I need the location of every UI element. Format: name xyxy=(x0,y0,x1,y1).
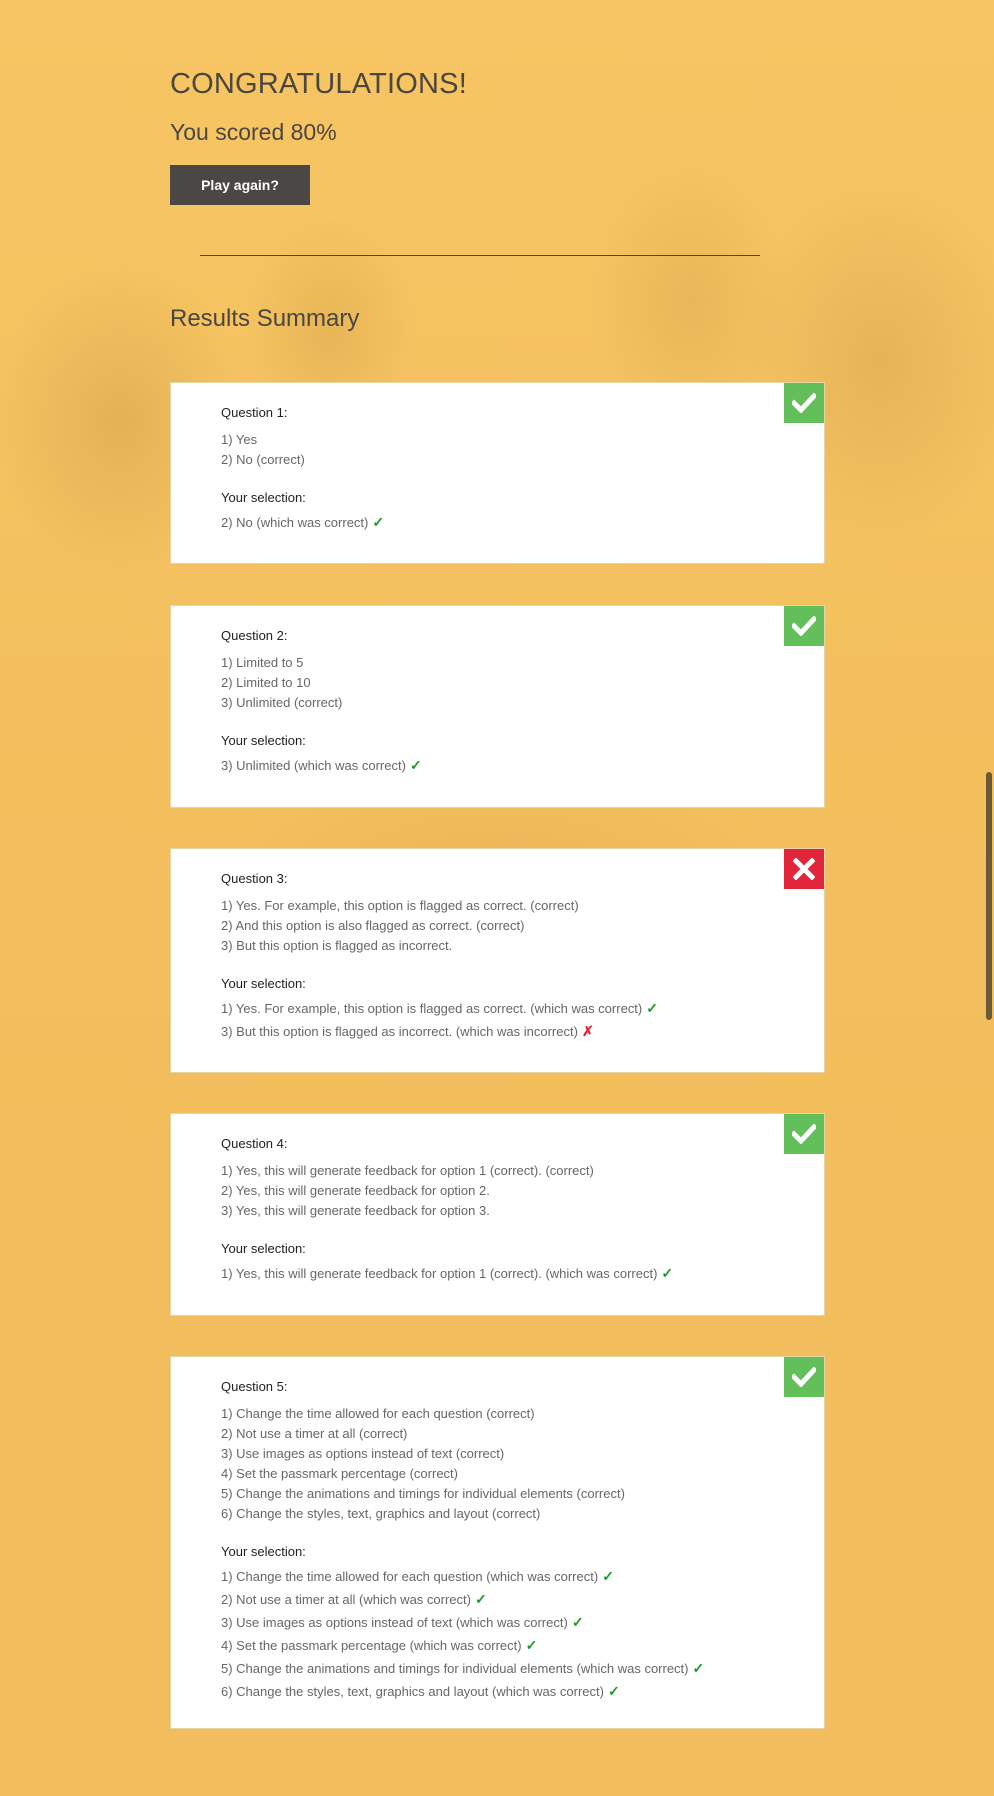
incorrect-cross-icon xyxy=(784,849,824,889)
answer-option: 3) Use images as options instead of text… xyxy=(221,1446,505,1461)
answer-option: 5) Change the animations and timings for… xyxy=(221,1486,625,1501)
correct-check-icon xyxy=(784,1357,824,1397)
selected-answer-text: 2) Not use a timer at all (which was cor… xyxy=(221,1592,471,1607)
question-card: Question 4: 1) Yes, this will generate fe… xyxy=(170,1113,825,1316)
selected-answer-text: 6) Change the styles, text, graphics and… xyxy=(221,1684,604,1699)
question-card: Question 1: 1) Yes 2) No (correct) Your sel… xyxy=(170,382,825,564)
congrats-heading: CONGRATULATIONS! xyxy=(170,68,467,100)
checkmark-icon: ✓ xyxy=(372,514,385,530)
selected-answer: 5) Change the animations and timings for… xyxy=(221,1657,824,1680)
selected-answer: 3) Use images as options instead of text… xyxy=(221,1611,824,1634)
answer-option: 1) Yes xyxy=(221,432,258,447)
selected-answer-text: 4) Set the passmark percentage (which wa… xyxy=(221,1638,522,1653)
results-summary-title: Results Summary xyxy=(170,305,360,332)
your-selection-label: Your selection: xyxy=(221,976,306,991)
question-card: Question 5: 1) Change the time allowed fo… xyxy=(170,1356,825,1729)
play-again-button[interactable]: Play again? xyxy=(170,165,310,205)
checkmark-icon: ✓ xyxy=(607,1683,620,1699)
selected-answer-text: 1) Yes. For example, this option is flag… xyxy=(221,1001,643,1016)
selected-answer-text: 5) Change the animations and timings for… xyxy=(221,1661,689,1676)
checkmark-icon: ✓ xyxy=(692,1660,705,1676)
selected-answer-text: 3) But this option is flagged as incorre… xyxy=(221,1024,578,1039)
selected-answer: 2) No (which was correct) ✓ xyxy=(221,511,824,534)
question-title: Question 1: xyxy=(221,405,288,420)
checkmark-icon: ✓ xyxy=(474,1591,487,1607)
selected-answer: 4) Set the passmark percentage (which wa… xyxy=(221,1634,824,1657)
answer-option: 2) Yes, this will generate feedback for … xyxy=(221,1183,490,1198)
correct-check-icon xyxy=(784,1114,824,1154)
selected-answer-text: 2) No (which was correct) xyxy=(221,515,369,530)
answer-option: 2) Not use a timer at all (correct) xyxy=(221,1426,408,1441)
answer-option: 1) Limited to 5 xyxy=(221,655,304,670)
divider xyxy=(200,255,760,256)
cross-icon: ✗ xyxy=(581,1023,594,1039)
your-selection-label: Your selection: xyxy=(221,1241,306,1256)
checkmark-icon: ✓ xyxy=(602,1568,614,1584)
selected-answer: 1) Change the time allowed for each ques… xyxy=(221,1565,824,1588)
scrollbar[interactable] xyxy=(986,772,992,1020)
answer-option: 4) Set the passmark percentage (correct) xyxy=(221,1466,458,1481)
checkmark-icon: ✓ xyxy=(409,757,422,773)
selected-answer-text: 3) Use images as options instead of text… xyxy=(221,1615,568,1630)
score-text: You scored 80% xyxy=(170,119,337,145)
question-title: Question 3: xyxy=(221,871,288,886)
selected-answer: 1) Yes. For example, this option is flag… xyxy=(221,997,824,1020)
question-card: Question 2: 1) Limited to 5 2) Limited to … xyxy=(170,605,825,808)
results-header: CONGRATULATIONS! You scored 80% xyxy=(170,68,467,146)
correct-check-icon xyxy=(784,383,824,423)
answer-option: 2) Limited to 10 xyxy=(221,675,311,690)
question-title: Question 2: xyxy=(221,628,288,643)
answer-option: 1) Yes. For example, this option is flag… xyxy=(221,898,579,913)
correct-check-icon xyxy=(784,606,824,646)
answer-option: 3) Unlimited (correct) xyxy=(221,695,343,710)
answer-option: 2) No (correct) xyxy=(221,452,305,467)
answer-option: 6) Change the styles, text, graphics and… xyxy=(221,1506,541,1521)
answer-option: 3) But this option is flagged as incorre… xyxy=(221,938,453,953)
checkmark-icon: ✓ xyxy=(661,1265,674,1281)
selected-answer-text: 1) Change the time allowed for each ques… xyxy=(221,1569,599,1584)
selected-answer: 3) Unlimited (which was correct) ✓ xyxy=(221,754,824,777)
your-selection-label: Your selection: xyxy=(221,733,306,748)
your-selection-label: Your selection: xyxy=(221,490,306,505)
question-title: Question 5: xyxy=(221,1379,288,1394)
selected-answer: 2) Not use a timer at all (which was cor… xyxy=(221,1588,824,1611)
checkmark-icon: ✓ xyxy=(525,1637,538,1653)
question-title: Question 4: xyxy=(221,1136,288,1151)
selected-answer: 3) But this option is flagged as incorre… xyxy=(221,1020,824,1043)
your-selection-label: Your selection: xyxy=(221,1544,306,1559)
answer-option: 3) Yes, this will generate feedback for … xyxy=(221,1203,490,1218)
checkmark-icon: ✓ xyxy=(646,1000,658,1016)
answer-option: 2) And this option is also flagged as co… xyxy=(221,918,525,933)
selected-answer-text: 3) Unlimited (which was correct) xyxy=(221,758,406,773)
question-card: Question 3: 1) Yes. For example, this opt… xyxy=(170,848,825,1073)
selected-answer: 6) Change the styles, text, graphics and… xyxy=(221,1680,824,1703)
checkmark-icon: ✓ xyxy=(571,1614,584,1630)
answer-option: 1) Change the time allowed for each ques… xyxy=(221,1406,535,1421)
selected-answer-text: 1) Yes, this will generate feedback for … xyxy=(221,1266,658,1281)
answer-option: 1) Yes, this will generate feedback for … xyxy=(221,1163,594,1178)
selected-answer: 1) Yes, this will generate feedback for … xyxy=(221,1262,824,1285)
